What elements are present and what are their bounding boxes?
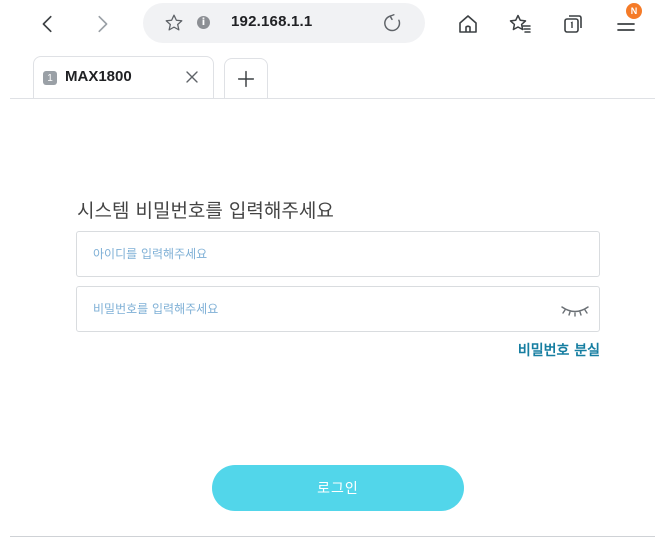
tabs-icon[interactable] bbox=[561, 12, 585, 36]
forgot-password-link[interactable]: 비밀번호 분실 bbox=[518, 340, 600, 360]
info-icon[interactable]: i bbox=[197, 16, 210, 29]
browser-toolbar: i 192.168.1.1 N bbox=[0, 0, 655, 48]
reload-icon[interactable] bbox=[381, 12, 403, 34]
id-field[interactable] bbox=[76, 231, 600, 277]
plus-icon bbox=[237, 70, 255, 87]
back-button[interactable] bbox=[34, 10, 62, 38]
tab-number: 1 bbox=[43, 71, 57, 85]
close-icon[interactable] bbox=[183, 68, 201, 86]
home-icon[interactable] bbox=[456, 12, 480, 36]
new-tab-button[interactable] bbox=[224, 58, 268, 98]
back-icon bbox=[42, 15, 52, 33]
eye-closed-icon[interactable] bbox=[559, 302, 591, 318]
page-title: 시스템 비밀번호를 입력해주세요 bbox=[77, 200, 334, 222]
tab-title: MAX1800 bbox=[65, 68, 132, 85]
tab-divider bbox=[10, 98, 655, 99]
forward-button[interactable] bbox=[88, 10, 116, 38]
id-input[interactable] bbox=[77, 232, 599, 276]
notification-badge[interactable]: N bbox=[626, 3, 642, 19]
forward-icon bbox=[98, 15, 108, 33]
star-icon[interactable] bbox=[163, 12, 185, 34]
browser-tab[interactable]: 1 MAX1800 bbox=[33, 56, 214, 99]
favorites-icon[interactable] bbox=[508, 12, 532, 36]
password-input[interactable] bbox=[77, 287, 599, 331]
url-text[interactable]: 192.168.1.1 bbox=[231, 13, 312, 30]
address-bar[interactable]: i 192.168.1.1 bbox=[143, 3, 425, 43]
login-button[interactable]: 로그인 bbox=[212, 465, 464, 511]
password-field[interactable] bbox=[76, 286, 600, 332]
